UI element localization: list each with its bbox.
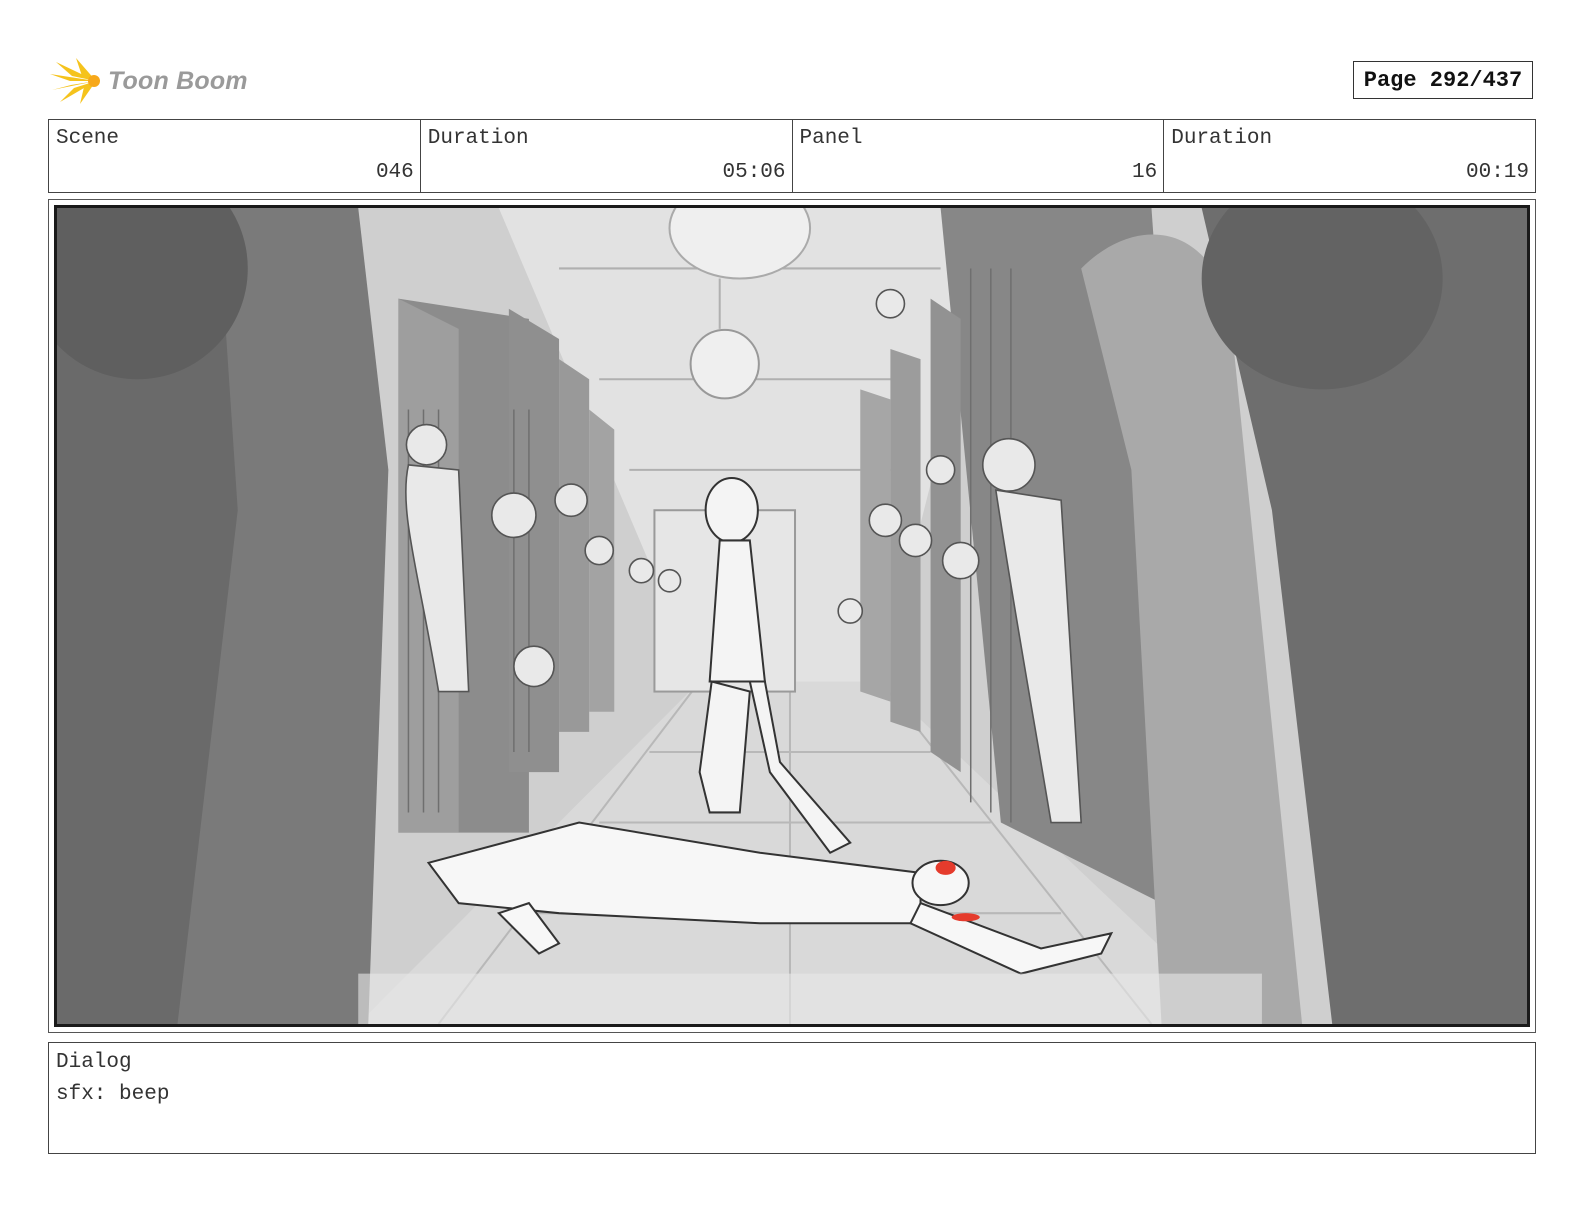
dialog-box: Dialog sfx: beep [48, 1042, 1536, 1154]
starburst-icon [50, 58, 100, 104]
dialog-text: sfx: beep [56, 1083, 170, 1106]
scene-value: 046 [375, 161, 414, 184]
panel-duration-value: 00:19 [1465, 161, 1529, 184]
panel-value: 16 [1132, 161, 1158, 184]
scene-duration-cell: Duration 05:06 [421, 120, 793, 192]
panel-cell: Panel 16 [793, 120, 1165, 192]
panel-duration-cell: Duration 00:19 [1164, 120, 1535, 192]
page-indicator: Page 292/437 [1353, 61, 1533, 99]
scene-duration-value: 05:06 [722, 161, 786, 184]
storyboard-panel-frame [48, 199, 1536, 1033]
scene-duration-label: Duration [427, 127, 529, 150]
toon-boom-logo: Toon Boom [50, 56, 248, 106]
panel-duration-label: Duration [1171, 127, 1273, 150]
dialog-label: Dialog [56, 1051, 132, 1074]
scene-label: Scene [56, 127, 120, 150]
panel-label: Panel [799, 127, 863, 150]
scene-cell: Scene 046 [49, 120, 421, 192]
storyboard-sketch [57, 208, 1527, 1024]
logo-text: Toon Boom [108, 66, 248, 95]
storyboard-panel [54, 205, 1530, 1027]
info-row: Scene 046 Duration 05:06 Panel 16 Durati… [48, 119, 1536, 193]
